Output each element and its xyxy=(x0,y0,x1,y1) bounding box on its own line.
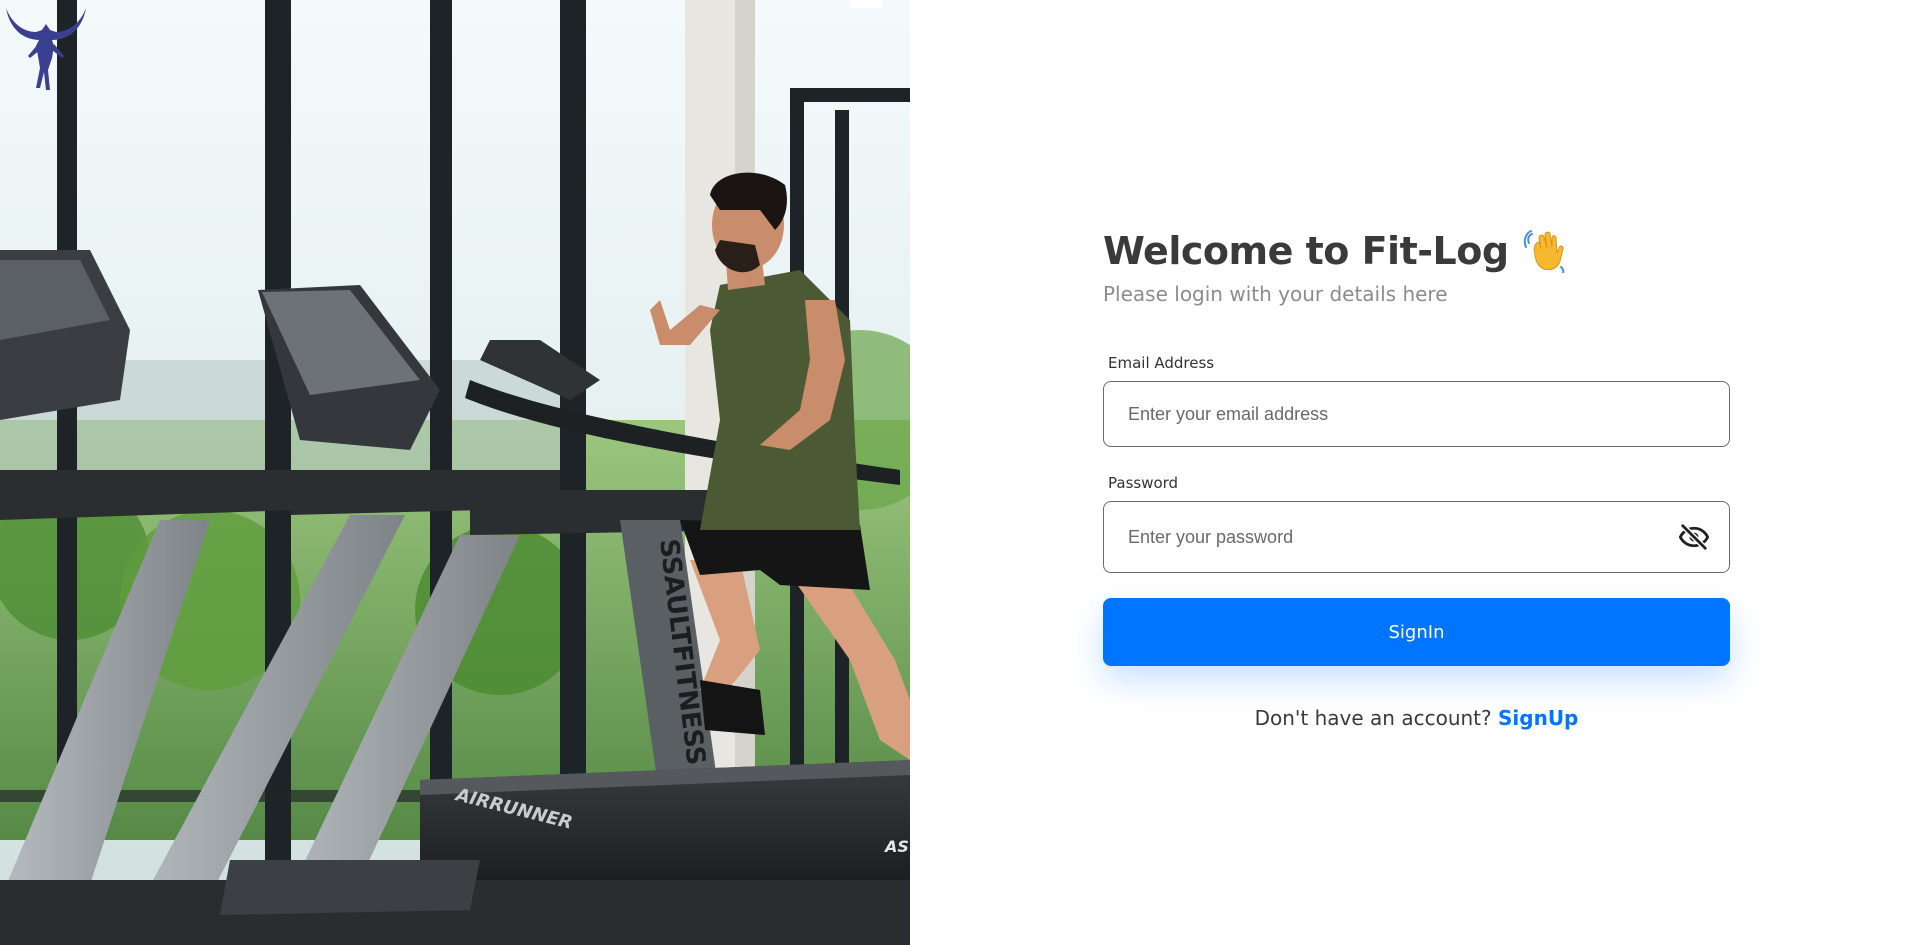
email-input[interactable] xyxy=(1126,382,1650,446)
email-field-box[interactable] xyxy=(1103,381,1730,447)
login-panel: Welcome to Fit-Log Please login with you… xyxy=(910,0,1913,945)
page-subtitle: Please login with your details here xyxy=(1103,282,1730,306)
email-label: Email Address xyxy=(1108,354,1730,372)
waving-hand-icon xyxy=(1523,229,1567,273)
signin-button[interactable]: SignIn xyxy=(1103,598,1730,666)
login-form: Welcome to Fit-Log Please login with you… xyxy=(1103,226,1730,730)
gym-treadmill-photo: SSAULTFITNESS AIRRUNNER AS FIT xyxy=(0,0,910,945)
page-title: Welcome to Fit-Log xyxy=(1103,229,1509,273)
treadmill-logo-text: AS FIT xyxy=(883,837,910,856)
password-label: Password xyxy=(1108,474,1730,492)
bull-athlete-logo-icon[interactable] xyxy=(0,0,92,92)
title-row: Welcome to Fit-Log xyxy=(1103,226,1730,276)
eye-off-icon[interactable] xyxy=(1679,522,1709,552)
password-input[interactable] xyxy=(1126,502,1650,572)
login-page: SSAULTFITNESS AIRRUNNER AS FIT xyxy=(0,0,1913,945)
signup-link[interactable]: SignUp xyxy=(1498,706,1578,730)
signup-row: Don't have an account? SignUp xyxy=(1103,706,1730,730)
signup-prompt: Don't have an account? xyxy=(1255,706,1492,730)
hero-image: SSAULTFITNESS AIRRUNNER AS FIT xyxy=(0,0,910,945)
password-field-box[interactable] xyxy=(1103,501,1730,573)
